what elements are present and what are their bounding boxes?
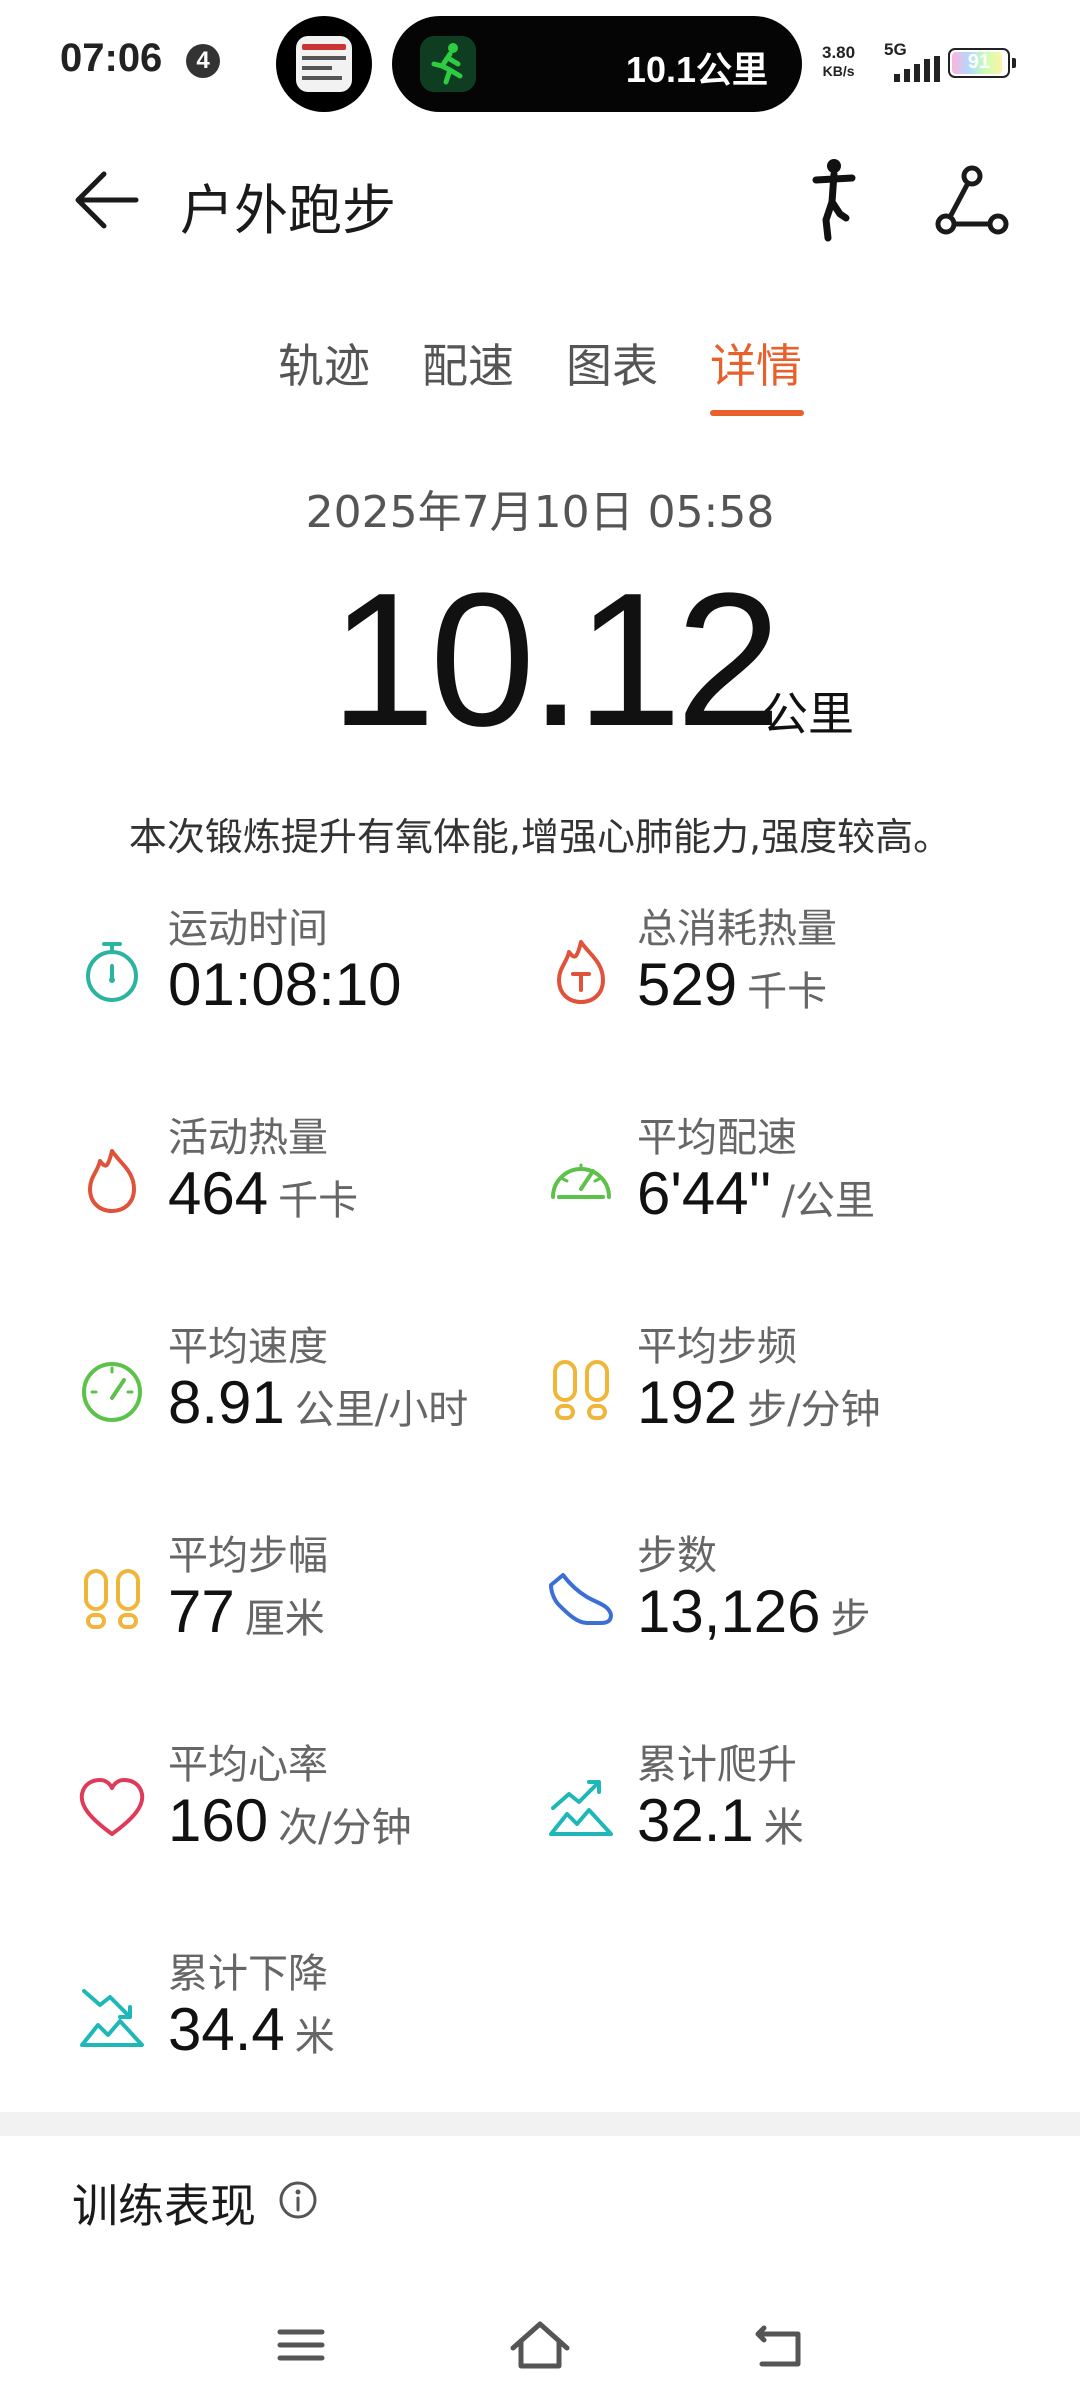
metric-value: 01:08:10 — [168, 951, 402, 1018]
metric-label: 运动时间 — [168, 906, 328, 952]
speedometer-icon — [551, 1163, 611, 1199]
section-divider — [0, 2112, 1080, 2136]
metric-value: 34.4 — [168, 1996, 285, 2063]
metric-total-ascent: 累计爬升 32.1 米 — [545, 1732, 1005, 1912]
metric-total-calories: 总消耗热量 529 千卡 — [545, 896, 1005, 1076]
metric-unit: 千卡 — [278, 1178, 359, 1224]
metric-steps: 步数 13,126 步 — [545, 1523, 1005, 1703]
metric-value: 8.91 — [168, 1369, 285, 1436]
metric-label: 累计爬升 — [637, 1742, 797, 1788]
notification-count-badge: 4 — [186, 44, 220, 78]
metric-active-calories: 活动热量 464 千卡 — [76, 1105, 536, 1285]
metric-unit: 步/分钟 — [747, 1387, 881, 1433]
metric-value: 160 — [168, 1787, 269, 1854]
metric-unit: 千卡 — [747, 969, 828, 1015]
flame-icon — [88, 1149, 136, 1213]
metric-label: 平均速度 — [168, 1324, 328, 1370]
back-icon[interactable] — [744, 2310, 814, 2380]
metric-unit: /公里 — [781, 1178, 875, 1224]
metric-unit: 厘米 — [244, 1596, 325, 1642]
info-icon[interactable] — [278, 2180, 318, 2220]
metric-value: 77 — [168, 1578, 235, 1645]
flame-total-icon — [557, 940, 605, 1004]
metric-average-speed: 平均速度 8.91 公里/小时 — [76, 1314, 536, 1494]
app-header: 户外跑步 — [0, 140, 1080, 260]
battery-level: 91 — [967, 51, 991, 73]
menu-icon[interactable] — [266, 2310, 336, 2380]
island-distance: 10.1公里 — [625, 49, 768, 90]
metric-value: 13,126 — [637, 1578, 821, 1645]
metric-total-descent: 累计下降 34.4 米 — [76, 1941, 536, 2121]
running-icon — [420, 36, 476, 92]
metric-label: 平均配速 — [637, 1115, 797, 1161]
stopwatch-icon — [86, 942, 138, 1002]
network-speed: 3.80 KB/s — [822, 44, 855, 80]
metric-unit: 次/分钟 — [278, 1805, 412, 1851]
metric-unit: 米 — [294, 2014, 335, 2060]
metric-unit: 步 — [830, 1596, 871, 1642]
status-bar: 07:06 4 10.1公里 3.80 KB/s 5G 91 — [0, 0, 1080, 130]
ascent-icon — [549, 1780, 613, 1836]
home-icon[interactable] — [505, 2310, 575, 2380]
metric-label: 累计下降 — [168, 1951, 328, 1997]
runner-pose-icon[interactable] — [796, 158, 872, 242]
metric-unit: 米 — [763, 1805, 804, 1851]
network-speed-unit: KB/s — [822, 63, 855, 79]
metric-label: 总消耗热量 — [637, 906, 837, 952]
tab-charts[interactable]: 图表 — [566, 330, 658, 396]
status-time: 07:06 — [60, 36, 163, 80]
metric-average-heart-rate: 平均心率 160 次/分钟 — [76, 1732, 536, 1912]
route-share-icon[interactable] — [934, 162, 1010, 238]
workout-datetime: 2025年7月10日 05:58 — [305, 487, 775, 538]
workout-summary: 本次锻炼提升有氧体能,增强心肺能力,强度较高。 — [128, 815, 952, 859]
metric-label: 平均步幅 — [168, 1533, 328, 1579]
metric-average-stride: 平均步幅 77 厘米 — [76, 1523, 536, 1703]
tab-pace[interactable]: 配速 — [422, 330, 514, 396]
notification-app-icon[interactable] — [276, 16, 372, 112]
battery-icon: 91 — [948, 48, 1016, 78]
total-distance-unit: 公里 — [762, 687, 854, 741]
system-nav-bar — [0, 2290, 1080, 2400]
metric-label: 活动热量 — [168, 1115, 328, 1161]
signal-icon — [894, 56, 940, 82]
footprints-icon — [553, 1360, 609, 1420]
tab-track[interactable]: 轨迹 — [278, 330, 370, 396]
total-distance: 10.12 — [330, 554, 781, 766]
metric-value: 464 — [168, 1160, 269, 1227]
descent-icon — [80, 1989, 144, 2047]
metric-unit: 公里/小时 — [294, 1387, 469, 1433]
network-speed-value: 3.80 — [822, 43, 856, 62]
metric-label: 平均心率 — [168, 1742, 328, 1788]
page-title: 户外跑步 — [180, 179, 396, 242]
heart-icon — [79, 1778, 145, 1836]
tab-details[interactable]: 详情 — [710, 330, 802, 396]
metric-value: 192 — [637, 1369, 738, 1436]
tab-bar: 轨迹 配速 图表 详情 — [0, 330, 1080, 420]
back-arrow-icon[interactable] — [70, 168, 140, 232]
live-activity-island[interactable]: 10.1公里 — [392, 16, 802, 112]
section-title-training-performance: 训练表现 — [72, 2179, 256, 2233]
footprints-icon — [84, 1569, 140, 1629]
metric-value: 529 — [637, 951, 738, 1018]
metric-label: 平均步频 — [637, 1324, 797, 1370]
speedometer-icon — [82, 1362, 142, 1422]
metric-average-pace: 平均配速 6'44''/公里 — [545, 1105, 1005, 1285]
metric-duration: 运动时间 01:08:10 — [76, 896, 536, 1076]
active-tab-indicator — [710, 410, 804, 416]
shoe-icon — [549, 1573, 613, 1625]
metric-value: 6'44'' — [637, 1160, 772, 1227]
metric-value: 32.1 — [637, 1787, 754, 1854]
metric-label: 步数 — [637, 1533, 717, 1579]
metric-average-cadence: 平均步频 192 步/分钟 — [545, 1314, 1005, 1494]
